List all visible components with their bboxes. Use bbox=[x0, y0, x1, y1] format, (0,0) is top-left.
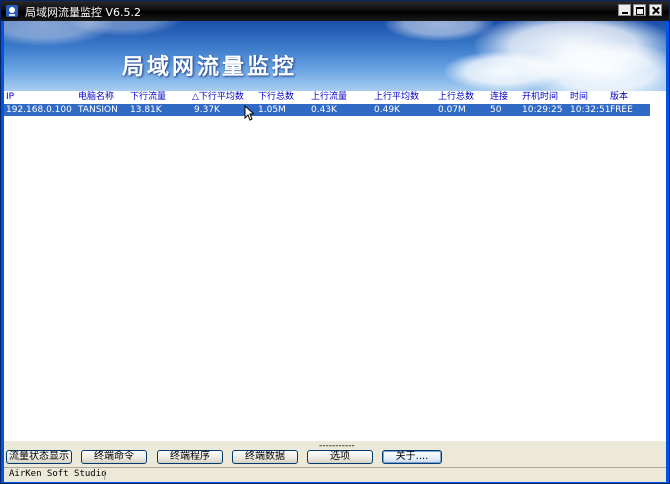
cell-down-average: 9.37K bbox=[194, 105, 220, 115]
table-row[interactable]: 192.168.0.100 TANSION 13.81K 9.37K 1.05M… bbox=[4, 104, 650, 116]
cell-down-total: 1.05M bbox=[258, 105, 286, 115]
traffic-table[interactable]: IP 电脑名称 下行流量 △下行平均数 下行总数 上行流量 上行平均数 上行总数… bbox=[4, 91, 666, 441]
column-header-ip[interactable]: IP bbox=[6, 91, 14, 103]
column-header-down-total[interactable]: 下行总数 bbox=[258, 91, 294, 103]
column-header-computer-name[interactable]: 电脑名称 bbox=[78, 91, 114, 103]
banner-title: 局域网流量监控 bbox=[122, 54, 298, 80]
window-title: 局域网流量监控 V6.5.2 bbox=[25, 6, 142, 19]
column-header-up-total[interactable]: 上行总数 bbox=[438, 91, 474, 103]
cell-connections: 50 bbox=[490, 105, 502, 115]
minimize-icon[interactable] bbox=[618, 4, 631, 16]
title-bar[interactable]: 局域网流量监控 V6.5.2 bbox=[1, 1, 669, 21]
terminal-data-button[interactable]: 终端数据 bbox=[232, 450, 298, 464]
column-header-up-traffic[interactable]: 上行流量 bbox=[311, 91, 347, 103]
column-header-up-average[interactable]: 上行平均数 bbox=[374, 91, 419, 103]
button-bar: 流量状态显示 终端命令 终端程序 终端数据 选项 关于.... bbox=[4, 449, 666, 467]
main-window: 局域网流量监控 V6.5.2 局域网流量监控 IP 电脑名称 下行流量 △下行平… bbox=[0, 0, 670, 484]
banner: 局域网流量监控 bbox=[4, 21, 666, 91]
close-icon[interactable] bbox=[649, 4, 662, 16]
column-header-connections[interactable]: 连接 bbox=[490, 91, 508, 103]
status-bar: AirKen Soft Studio bbox=[4, 467, 666, 482]
terminal-command-button[interactable]: 终端命令 bbox=[81, 450, 147, 464]
mouse-cursor-icon bbox=[244, 105, 254, 121]
column-header-version[interactable]: 版本 bbox=[610, 91, 628, 103]
app-icon bbox=[6, 5, 18, 17]
cell-down-traffic: 13.81K bbox=[130, 105, 162, 115]
cell-version: FREE bbox=[610, 105, 633, 115]
cell-ip: 192.168.0.100 bbox=[6, 105, 72, 115]
terminal-program-button[interactable]: 终端程序 bbox=[157, 450, 223, 464]
status-divider bbox=[104, 470, 105, 480]
table-header: IP 电脑名称 下行流量 △下行平均数 下行总数 上行流量 上行平均数 上行总数… bbox=[4, 91, 650, 103]
cell-up-traffic: 0.43K bbox=[311, 105, 337, 115]
maximize-icon[interactable] bbox=[633, 4, 646, 16]
column-header-time[interactable]: 时间 bbox=[570, 91, 588, 103]
cell-up-average: 0.49K bbox=[374, 105, 400, 115]
column-header-boot-time[interactable]: 开机时间 bbox=[522, 91, 558, 103]
cell-computer-name: TANSION bbox=[78, 105, 118, 115]
status-display-button[interactable]: 流量状态显示 bbox=[6, 450, 72, 464]
cell-time: 10:32:51 bbox=[570, 105, 611, 115]
status-text: AirKen Soft Studio bbox=[9, 469, 107, 479]
cell-up-total: 0.07M bbox=[438, 105, 466, 115]
options-button[interactable]: 选项 bbox=[307, 450, 373, 464]
column-header-down-traffic[interactable]: 下行流量 bbox=[130, 91, 166, 103]
column-header-down-average[interactable]: △下行平均数 bbox=[192, 91, 244, 103]
cell-boot-time: 10:29:25 bbox=[522, 105, 563, 115]
client-area: 局域网流量监控 IP 电脑名称 下行流量 △下行平均数 下行总数 上行流量 上行… bbox=[4, 21, 666, 482]
about-button[interactable]: 关于.... bbox=[382, 450, 442, 464]
